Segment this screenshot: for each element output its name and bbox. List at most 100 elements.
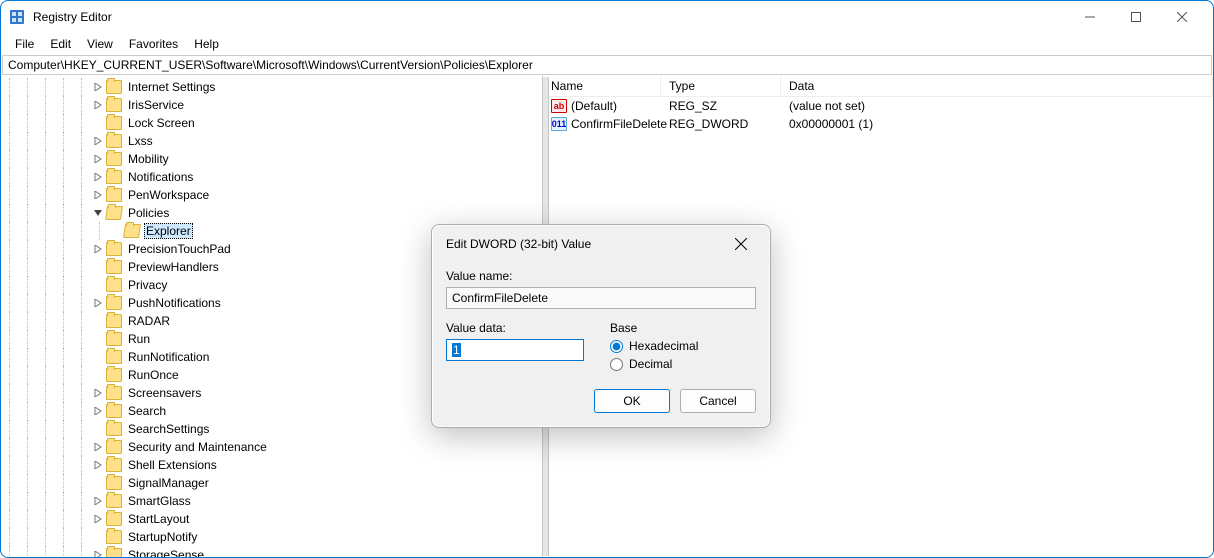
dialog-titlebar: Edit DWORD (32-bit) Value: [432, 225, 770, 263]
chevron-right-icon[interactable]: [91, 389, 105, 397]
chevron-right-icon[interactable]: [91, 101, 105, 109]
tree-item-label: Notifications: [126, 170, 195, 184]
radio-decimal[interactable]: Decimal: [610, 357, 698, 371]
folder-icon: [106, 296, 122, 310]
column-header-name[interactable]: Name: [543, 75, 661, 96]
tree-item[interactable]: Lxss: [1, 132, 542, 150]
tree-item-label: Lxss: [126, 134, 155, 148]
cancel-button[interactable]: Cancel: [680, 389, 756, 413]
folder-icon: [106, 332, 122, 346]
folder-icon: [106, 242, 122, 256]
tree-item-label: StartupNotify: [126, 530, 199, 544]
radio-hexadecimal[interactable]: Hexadecimal: [610, 339, 698, 353]
tree-item[interactable]: SmartGlass: [1, 492, 542, 510]
tree-item-label: StorageSense: [126, 548, 206, 557]
column-header-data[interactable]: Data: [781, 75, 1213, 96]
folder-icon: [123, 224, 141, 238]
tree-item[interactable]: IrisService: [1, 96, 542, 114]
chevron-right-icon[interactable]: [91, 497, 105, 505]
folder-icon: [106, 368, 122, 382]
folder-icon: [106, 278, 122, 292]
tree-item[interactable]: StartupNotify: [1, 528, 542, 546]
radio-decimal-input[interactable]: [610, 358, 623, 371]
tree-item[interactable]: StorageSense: [1, 546, 542, 557]
chevron-right-icon[interactable]: [91, 551, 105, 557]
folder-icon: [106, 80, 122, 94]
folder-icon: [106, 350, 122, 364]
tree-item[interactable]: Internet Settings: [1, 78, 542, 96]
list-body: ab(Default)REG_SZ(value not set)011Confi…: [543, 97, 1213, 133]
chevron-down-icon[interactable]: [91, 209, 105, 217]
address-bar[interactable]: Computer\HKEY_CURRENT_USER\Software\Micr…: [2, 55, 1212, 75]
tree-item-label: Explorer: [144, 223, 193, 239]
app-title: Registry Editor: [33, 10, 112, 24]
menu-view[interactable]: View: [79, 35, 121, 53]
value-name-input[interactable]: [446, 287, 756, 309]
menu-file[interactable]: File: [7, 35, 42, 53]
folder-icon: [106, 98, 122, 112]
folder-icon: [106, 422, 122, 436]
list-row[interactable]: ab(Default)REG_SZ(value not set): [543, 97, 1213, 115]
tree-item-label: RunOnce: [126, 368, 181, 382]
tree-item-label: Internet Settings: [126, 80, 217, 94]
chevron-right-icon[interactable]: [91, 461, 105, 469]
chevron-right-icon[interactable]: [91, 443, 105, 451]
radio-hexadecimal-input[interactable]: [610, 340, 623, 353]
minimize-button[interactable]: [1067, 1, 1113, 33]
chevron-right-icon[interactable]: [91, 515, 105, 523]
tree-item-label: PrecisionTouchPad: [126, 242, 233, 256]
chevron-right-icon[interactable]: [91, 191, 105, 199]
base-label: Base: [610, 321, 698, 335]
tree-item-label: Screensavers: [126, 386, 203, 400]
tree-item[interactable]: Policies: [1, 204, 542, 222]
folder-icon: [106, 188, 122, 202]
value-data: 0x00000001 (1): [789, 117, 873, 131]
tree-item[interactable]: SignalManager: [1, 474, 542, 492]
menu-favorites[interactable]: Favorites: [121, 35, 186, 53]
tree-item[interactable]: Security and Maintenance: [1, 438, 542, 456]
edit-dword-dialog: Edit DWORD (32-bit) Value Value name: Va…: [431, 224, 771, 428]
tree-item[interactable]: StartLayout: [1, 510, 542, 528]
list-row[interactable]: 011ConfirmFileDeleteREG_DWORD0x00000001 …: [543, 115, 1213, 133]
maximize-button[interactable]: [1113, 1, 1159, 33]
list-header: Name Type Data: [543, 75, 1213, 97]
value-data-input[interactable]: 1: [446, 339, 584, 361]
menu-edit[interactable]: Edit: [42, 35, 79, 53]
folder-icon: [106, 170, 122, 184]
tree-item[interactable]: Lock Screen: [1, 114, 542, 132]
folder-icon: [106, 314, 122, 328]
tree-item-label: RunNotification: [126, 350, 211, 364]
dialog-close-button[interactable]: [726, 229, 756, 259]
chevron-right-icon[interactable]: [91, 299, 105, 307]
folder-icon: [106, 440, 122, 454]
window-controls: [1067, 1, 1205, 33]
chevron-right-icon[interactable]: [91, 407, 105, 415]
tree-item-label: StartLayout: [126, 512, 191, 526]
value-type-icon: ab: [551, 99, 567, 113]
tree-item[interactable]: Shell Extensions: [1, 456, 542, 474]
tree-item[interactable]: Mobility: [1, 150, 542, 168]
tree-item-label: Policies: [126, 206, 171, 220]
chevron-right-icon[interactable]: [91, 173, 105, 181]
column-header-type[interactable]: Type: [661, 75, 781, 96]
radio-decimal-label: Decimal: [629, 357, 672, 371]
tree-item-label: Security and Maintenance: [126, 440, 269, 454]
folder-icon: [106, 548, 122, 557]
ok-button[interactable]: OK: [594, 389, 670, 413]
chevron-right-icon[interactable]: [91, 137, 105, 145]
menu-help[interactable]: Help: [186, 35, 227, 53]
chevron-right-icon[interactable]: [91, 245, 105, 253]
tree-item-label: PreviewHandlers: [126, 260, 221, 274]
menubar: FileEditViewFavoritesHelp: [1, 33, 1213, 55]
tree-item[interactable]: PenWorkspace: [1, 186, 542, 204]
tree-item[interactable]: Notifications: [1, 168, 542, 186]
value-data: (value not set): [789, 99, 865, 113]
value-data-label: Value data:: [446, 321, 584, 335]
chevron-right-icon[interactable]: [91, 155, 105, 163]
folder-icon: [106, 134, 122, 148]
tree-item-label: Run: [126, 332, 152, 346]
close-button[interactable]: [1159, 1, 1205, 33]
value-name-label: Value name:: [446, 269, 756, 283]
chevron-right-icon[interactable]: [91, 83, 105, 91]
base-group: Base Hexadecimal Decimal: [610, 321, 698, 371]
